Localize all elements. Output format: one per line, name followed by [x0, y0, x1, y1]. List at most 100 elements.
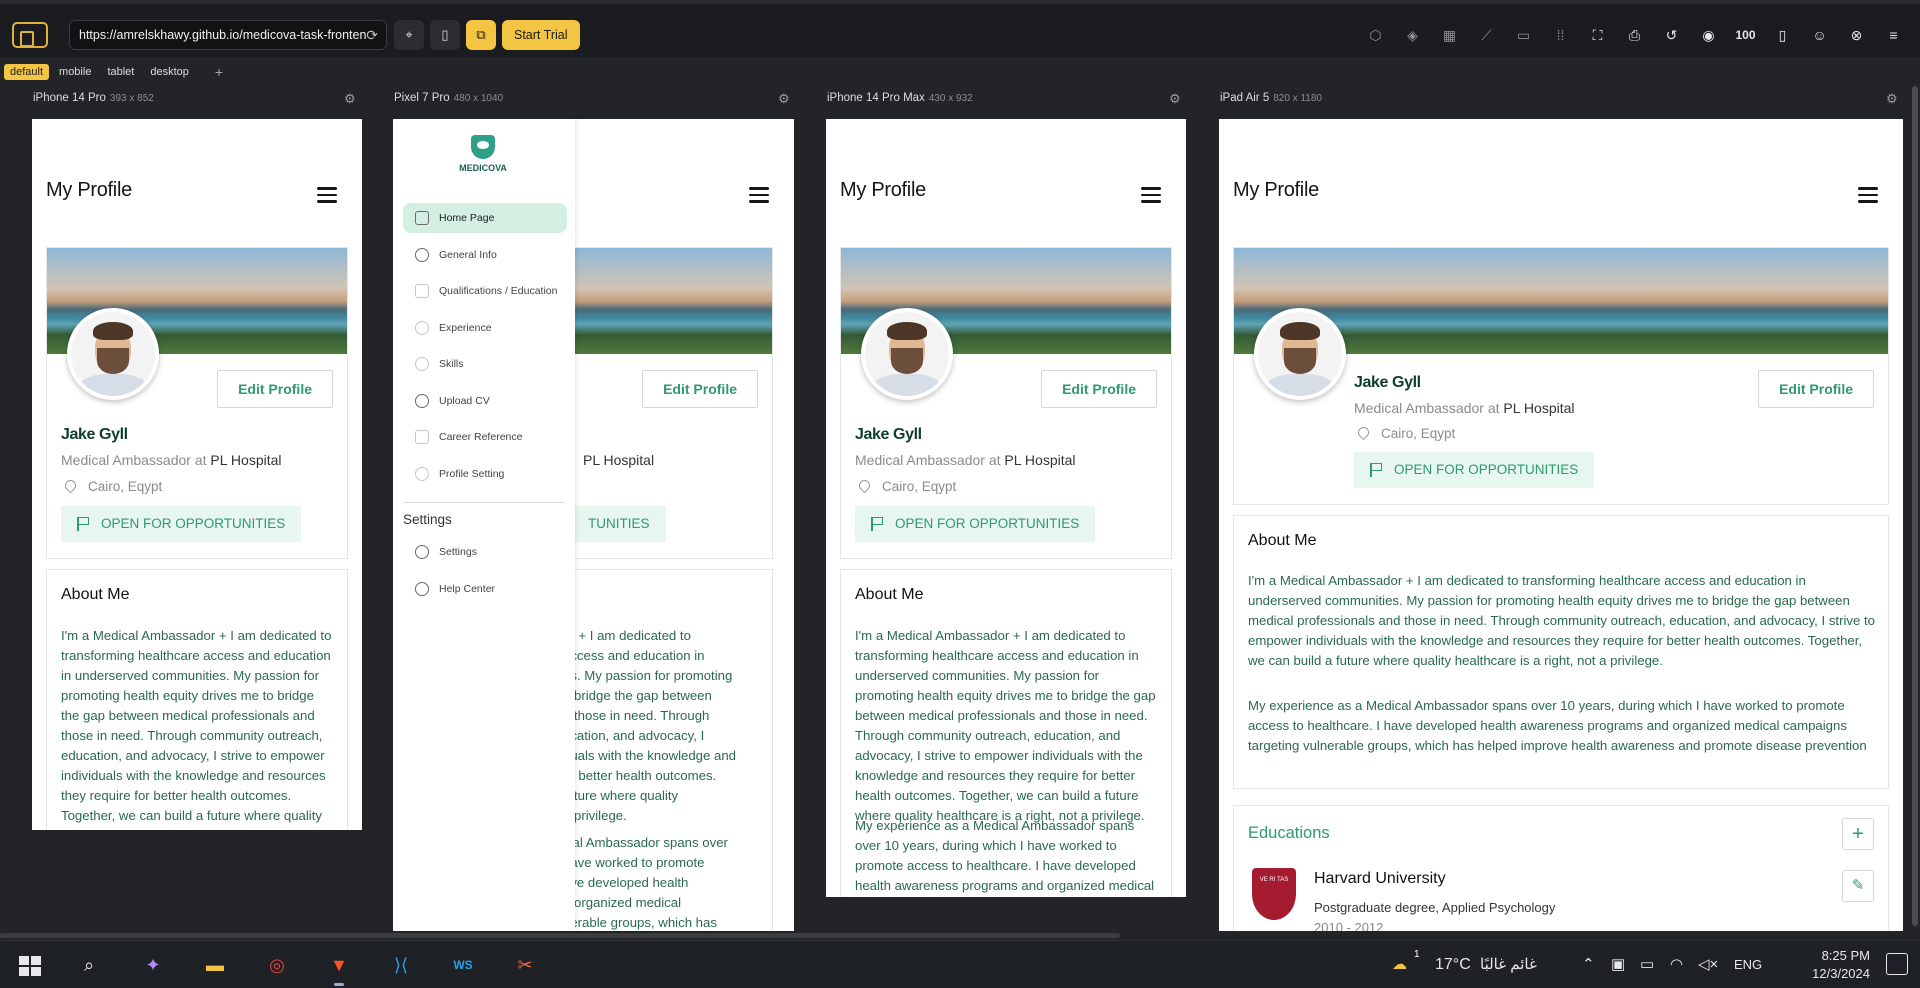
grid-icon[interactable]: ▦ — [1433, 20, 1466, 50]
volume-muted-icon[interactable]: ◁× — [1698, 941, 1718, 988]
reload-icon[interactable]: ⟳ — [366, 21, 378, 49]
add-education-button[interactable]: + — [1842, 818, 1874, 850]
gear-icon[interactable]: ⚙ — [1169, 91, 1181, 107]
battery-icon[interactable]: ▭ — [1640, 941, 1654, 988]
sidebar-item-home[interactable]: Home Page — [403, 203, 567, 233]
camera-icon[interactable]: ◉ — [1692, 20, 1725, 50]
weather-text[interactable]: غائم غالبًا — [1480, 941, 1537, 988]
gear-icon[interactable]: ⚙ — [778, 91, 790, 107]
edit-profile-button[interactable]: Edit Profile — [1041, 370, 1157, 408]
search-icon[interactable]: ⌕ — [72, 949, 106, 981]
webstorm-icon[interactable]: WS — [446, 949, 480, 981]
hamburger-menu-icon[interactable] — [742, 179, 774, 211]
sidebar-item-upload-cv[interactable]: Upload CV — [403, 386, 567, 416]
edit-education-button[interactable]: ✎ — [1842, 870, 1874, 902]
gear-icon[interactable]: ⚙ — [344, 91, 356, 107]
device-name: iPad Air 5 — [1220, 92, 1270, 104]
add-preset-icon[interactable]: + — [209, 62, 229, 82]
device-mode-button[interactable]: ▯ — [430, 20, 460, 50]
dots-grid-icon[interactable]: ⁞⁞ — [1544, 20, 1577, 50]
system-clock[interactable]: 8:25 PM 12/3/2024 — [1812, 947, 1870, 983]
gear-icon[interactable]: ⚙ — [1886, 91, 1898, 107]
horizontal-scrollbar[interactable] — [0, 933, 1120, 938]
device-frame-iphone14pro: My Profile Edit Profile Jake Gyll Medica… — [32, 119, 362, 830]
responsive-viewer-toolbar: https://amrelskhawy.github.io/medicova-t… — [0, 0, 1920, 59]
language-indicator[interactable]: ENG — [1734, 941, 1762, 988]
tab-mobile[interactable]: mobile — [53, 64, 97, 80]
sidebar-item-label: Qualifications / Education — [439, 285, 558, 297]
open-for-opportunities-badge[interactable]: OPEN FOR OPPORTUNITIES — [61, 506, 302, 542]
sidebar-item-label: Career Reference — [439, 431, 523, 443]
refresh-icon[interactable]: ↺ — [1655, 20, 1688, 50]
layers-icon[interactable]: ◈ — [1396, 20, 1429, 50]
wifi-icon[interactable]: ◠ — [1670, 941, 1683, 988]
sidebar-item-general-info[interactable]: General Info — [403, 240, 567, 270]
cube-icon[interactable]: ⬡ — [1359, 20, 1392, 50]
weather-icon[interactable]: ☁ — [1392, 941, 1407, 988]
app-logo-icon[interactable] — [12, 22, 48, 48]
open-for-opportunities-badge[interactable]: OPEN FOR OPPORTUNITIES — [855, 506, 1096, 542]
about-card: About Me I'm a Medical Ambassador + I am… — [1233, 515, 1889, 789]
rectangle-icon[interactable]: ▭ — [1507, 20, 1540, 50]
about-title: About Me — [1248, 532, 1317, 549]
file-explorer-icon[interactable]: ▬ — [198, 949, 232, 981]
hamburger-menu-icon[interactable] — [310, 179, 342, 211]
tab-tablet[interactable]: tablet — [101, 64, 140, 80]
inspect-cursor-button[interactable]: ⌖ — [394, 20, 424, 50]
notification-icon[interactable]: 1 — [1886, 953, 1908, 975]
page-header: My Profile — [1219, 119, 1903, 219]
brave-browser-icon[interactable]: ▼ — [322, 949, 356, 986]
sidebar-item-qualifications[interactable]: Qualifications / Education — [403, 276, 567, 306]
close-circle-icon[interactable]: ⊗ — [1840, 20, 1873, 50]
tab-default[interactable]: default — [4, 63, 50, 80]
edit-profile-button[interactable]: Edit Profile — [217, 370, 333, 408]
url-input[interactable]: https://amrelskhawy.github.io/medicova-t… — [69, 20, 387, 50]
sidebar-item-experience[interactable]: Experience — [403, 313, 567, 343]
mobile-rotate-icon[interactable]: ▯ — [1766, 20, 1799, 50]
discord-icon[interactable]: ☺ — [1803, 20, 1836, 50]
hamburger-menu-icon[interactable] — [1851, 179, 1883, 211]
vertical-scrollbar[interactable] — [1912, 86, 1918, 926]
tab-desktop[interactable]: desktop — [144, 64, 195, 80]
hamburger-menu-icon[interactable] — [1134, 179, 1166, 211]
ruler-icon[interactable]: ⟋ — [1470, 20, 1503, 50]
sidebar-item-career-reference[interactable]: Career Reference — [403, 422, 567, 452]
about-line: d those in need. Through — [563, 708, 710, 723]
printer-icon[interactable]: ⎙ — [1618, 20, 1651, 50]
about-line: d organized medical — [563, 895, 682, 910]
zoom-level[interactable]: 100 — [1729, 20, 1762, 50]
start-trial-button[interactable]: Start Trial — [502, 20, 580, 50]
role-org: PL Hospital — [1503, 400, 1575, 416]
sidebar-item-label: General Info — [439, 249, 497, 261]
device-label-ipadair5: iPad Air 5 820 x 1180 — [1220, 92, 1322, 104]
education-degree: Postgraduate degree, Applied Psychology — [1314, 900, 1556, 915]
sidebar-item-settings[interactable]: Settings — [403, 537, 567, 567]
open-for-opportunities-badge[interactable]: OPEN FOR OPPORTUNITIES — [1354, 452, 1595, 488]
profile-card: Edit Profile Jake Gyll Medical Ambassado… — [46, 247, 348, 559]
chrome-icon[interactable]: ◎ — [260, 949, 294, 981]
sidebar-item-skills[interactable]: Skills — [403, 349, 567, 379]
weather-temp[interactable]: 17°C — [1435, 941, 1471, 988]
sidebar-item-help-center[interactable]: Help Center — [403, 574, 567, 604]
medicova-logo[interactable]: MEDICOVA — [455, 135, 511, 181]
edit-profile-button[interactable]: Edit Profile — [642, 370, 758, 408]
profile-location: Cairo, Eqypt — [856, 477, 956, 494]
profile-location: Cairo, Eqypt — [62, 477, 162, 494]
multi-device-button[interactable]: ⧉ — [466, 20, 496, 50]
chevron-up-icon[interactable]: ⌃ — [1582, 941, 1595, 988]
vscode-icon[interactable]: ⟩⟨ — [384, 949, 418, 981]
meet-icon[interactable]: ▣ — [1611, 941, 1625, 988]
edit-profile-button[interactable]: Edit Profile — [1758, 370, 1874, 408]
education-university: Harvard University — [1314, 870, 1446, 887]
weather-badge: 1 — [1414, 949, 1420, 960]
sidebar-item-profile-setting[interactable]: Profile Setting — [403, 459, 567, 489]
windows-start-icon[interactable] — [13, 949, 47, 981]
snipping-tool-icon[interactable]: ✂ — [508, 949, 542, 981]
about-line: nerable groups, which has — [563, 915, 717, 930]
copilot-icon[interactable]: ✦ — [136, 949, 170, 981]
about-line: have worked to promote — [563, 855, 705, 870]
menu-icon[interactable]: ≡ — [1877, 20, 1910, 50]
about-card: About Me I'm a Medical Ambassador + I am… — [46, 569, 348, 830]
screenshot-icon[interactable]: ⛶ — [1581, 20, 1614, 50]
location-pin-icon — [1355, 424, 1372, 441]
